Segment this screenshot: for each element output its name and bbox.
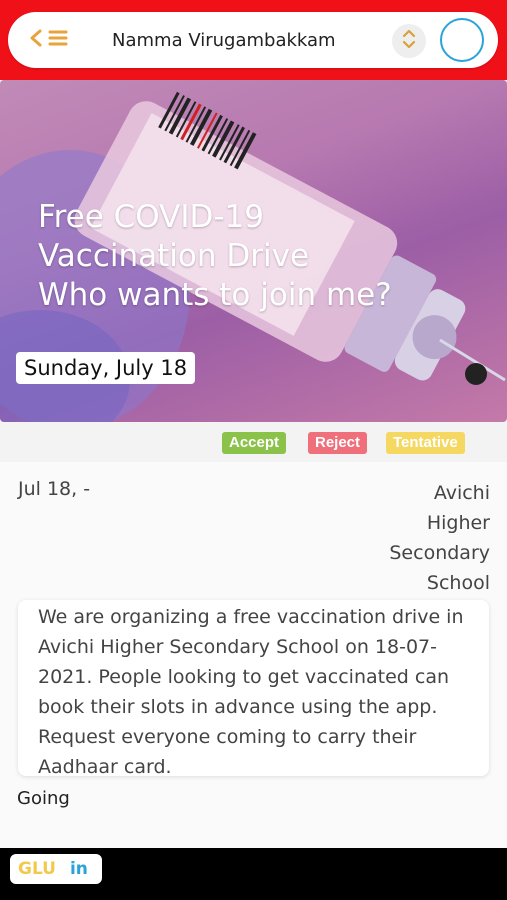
bottom-bar: GLU in bbox=[0, 848, 507, 900]
location-line: Avichi bbox=[433, 482, 490, 504]
location-line: Secondary bbox=[389, 542, 490, 564]
in-label: in bbox=[69, 859, 88, 879]
chevron-left-icon bbox=[28, 29, 44, 52]
up-down-chevron-icon bbox=[401, 28, 417, 55]
page-title: Namma Virugambakkam bbox=[112, 30, 336, 51]
glu-label: GLU bbox=[18, 859, 56, 879]
event-title-line: Free COVID-19 bbox=[38, 199, 264, 235]
event-banner: Free COVID-19 Vaccination Drive Who want… bbox=[0, 80, 507, 422]
accept-button[interactable]: Accept bbox=[222, 432, 287, 454]
event-title: Free COVID-19 Vaccination Drive Who want… bbox=[38, 198, 478, 315]
tentative-button[interactable]: Tentative bbox=[386, 432, 465, 454]
event-location: Avichi Higher Secondary School bbox=[350, 478, 490, 598]
event-date-badge: Sunday, July 18 bbox=[16, 352, 196, 384]
attendance-status: Going bbox=[17, 788, 70, 809]
app-header: Namma Virugambakkam bbox=[0, 0, 507, 80]
back-menu-button[interactable] bbox=[28, 26, 82, 54]
event-details: Jul 18, - Avichi Higher Secondary School… bbox=[0, 462, 507, 848]
event-datetime: Jul 18, - bbox=[18, 478, 91, 500]
event-title-line: Who wants to join me? bbox=[38, 277, 392, 313]
glu-in-button[interactable]: GLU in bbox=[10, 854, 102, 884]
location-line: School bbox=[426, 572, 490, 594]
reject-button[interactable]: Reject bbox=[308, 432, 368, 454]
header-pill: Namma Virugambakkam bbox=[8, 12, 498, 68]
sort-button[interactable] bbox=[392, 24, 426, 58]
hamburger-menu-icon bbox=[48, 29, 68, 52]
event-title-line: Vaccination Drive bbox=[38, 238, 310, 274]
description-card: We are organizing a free vaccination dri… bbox=[18, 600, 489, 778]
avatar[interactable] bbox=[440, 18, 484, 62]
location-line: Higher bbox=[426, 512, 490, 534]
event-description: We are organizing a free vaccination dri… bbox=[38, 606, 464, 778]
